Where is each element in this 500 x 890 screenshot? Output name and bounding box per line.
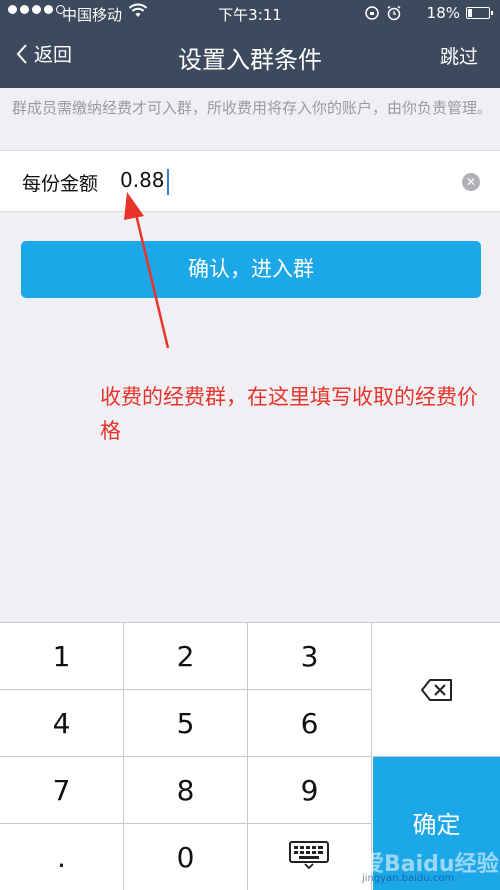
key-8[interactable]: 8: [124, 757, 248, 824]
delete-key[interactable]: [373, 623, 500, 757]
key-4[interactable]: 4: [0, 690, 124, 757]
nav-bar: 返回 设置入群条件 跳过: [0, 28, 500, 88]
backspace-icon: [420, 678, 452, 701]
key-5[interactable]: 5: [124, 690, 248, 757]
key-dot[interactable]: .: [0, 824, 124, 890]
watermark-url: jingyan.baidu.com: [362, 873, 455, 884]
keyboard-icon: [289, 841, 329, 869]
page-title: 设置入群条件: [178, 46, 322, 74]
clear-icon[interactable]: ✕: [462, 173, 480, 191]
status-time: 下午3:11: [218, 6, 282, 24]
key-0[interactable]: 0: [124, 824, 248, 890]
skip-button[interactable]: 跳过: [440, 42, 478, 69]
amount-value: 0.88: [120, 168, 165, 192]
amount-input[interactable]: 0.88: [120, 168, 169, 195]
annotation-text: 收费的经费群，在这里填写收取的经费价格: [100, 385, 478, 443]
key-3[interactable]: 3: [248, 623, 372, 690]
notice-text: 群成员需缴纳经费才可入群，所收费用将存入你的账户，由你负责管理。: [12, 99, 493, 117]
key-6[interactable]: 6: [248, 690, 372, 757]
key-2[interactable]: 2: [124, 623, 248, 690]
rotation-lock-icon: [365, 6, 379, 20]
key-7[interactable]: 7: [0, 757, 124, 824]
battery-icon: [466, 7, 493, 19]
key-1[interactable]: 1: [0, 623, 124, 690]
confirm-join-button[interactable]: 确认，进入群: [21, 241, 481, 298]
amount-row: 每份金额 0.88 ✕: [0, 150, 500, 212]
key-9[interactable]: 9: [248, 757, 372, 824]
amount-label: 每份金额: [22, 173, 99, 195]
text-cursor: [166, 168, 169, 195]
battery-percent: 18%: [426, 4, 460, 22]
top-bar: 中国移动 下午3:11 18% 返回 设置入群条件 跳过: [0, 0, 500, 88]
alarm-icon: [387, 5, 401, 21]
status-bar: 中国移动 下午3:11 18%: [0, 0, 500, 28]
